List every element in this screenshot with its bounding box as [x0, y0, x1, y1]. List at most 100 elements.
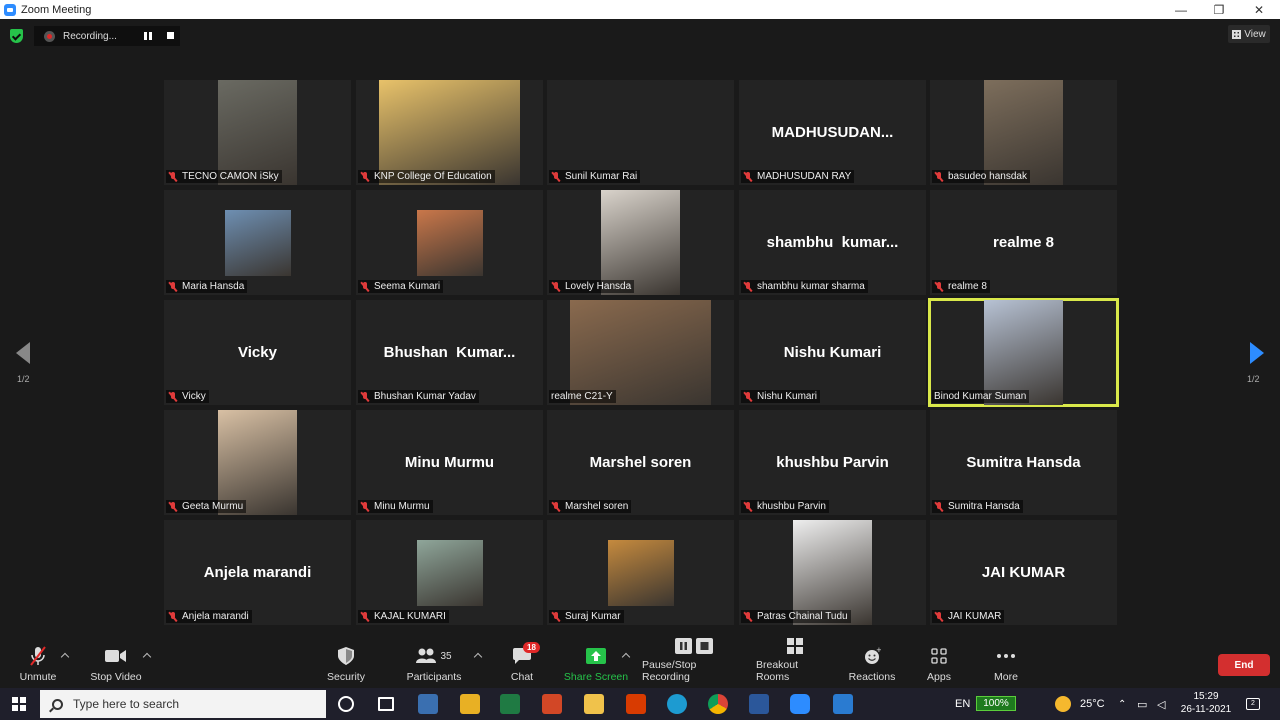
next-page-arrow-icon[interactable] — [1250, 342, 1264, 364]
store-icon[interactable] — [460, 694, 480, 714]
participant-tile[interactable]: KNP College Of Education — [356, 80, 543, 185]
participant-tile[interactable]: Vicky Vicky — [164, 300, 351, 405]
volume-icon[interactable]: ◁ — [1157, 688, 1165, 720]
participant-name-label: Geeta Murmu — [166, 500, 247, 513]
weather-sun-icon[interactable] — [1055, 696, 1071, 712]
chrome-icon[interactable] — [708, 694, 728, 714]
audio-options-caret-icon[interactable] — [60, 652, 70, 662]
apps-button[interactable]: Apps — [922, 636, 956, 688]
network-icon[interactable]: ▭ — [1137, 688, 1147, 720]
app-icon-1[interactable] — [418, 694, 438, 714]
stop-video-button[interactable]: Stop Video — [90, 636, 142, 688]
participant-name: Sunil Kumar Rai — [565, 171, 638, 182]
participant-tile[interactable]: basudeo hansdak — [930, 80, 1117, 185]
participant-tile[interactable]: Binod Kumar Suman — [928, 298, 1119, 407]
security-shield-icon[interactable] — [10, 29, 23, 43]
participant-name: MADHUSUDAN RAY — [757, 171, 852, 182]
chat-bubble-icon: 18 — [509, 642, 540, 667]
participants-caret-icon[interactable] — [473, 652, 483, 662]
pause-stop-recording-button[interactable]: Pause/Stop Recording — [642, 636, 746, 688]
app-icon-2[interactable] — [542, 694, 562, 714]
chat-button[interactable]: 18 Chat — [506, 636, 540, 688]
excel-icon[interactable] — [500, 694, 520, 714]
clock-time: 15:29 — [1193, 691, 1219, 702]
participant-tile[interactable]: Suraj Kumar — [547, 520, 734, 625]
edge-icon[interactable] — [667, 694, 687, 714]
participant-name-label: MADHUSUDAN RAY — [741, 170, 855, 183]
video-options-caret-icon[interactable] — [142, 652, 152, 662]
participants-icon: 35 — [411, 645, 457, 667]
participant-tile[interactable]: realme 8 realme 8 — [930, 190, 1117, 295]
maximize-button[interactable]: ❐ — [1200, 0, 1238, 19]
minimize-button[interactable]: — — [1162, 0, 1200, 19]
taskbar-search-box[interactable]: Type here to search — [40, 690, 326, 718]
muted-mic-icon — [360, 501, 370, 512]
apps-label: Apps — [927, 671, 951, 683]
muted-mic-icon — [934, 611, 944, 622]
participant-tile[interactable]: khushbu Parvin khushbu Parvin — [739, 410, 926, 515]
participant-tile[interactable]: Geeta Murmu — [164, 410, 351, 515]
participant-tile[interactable]: Maria Hansda — [164, 190, 351, 295]
participant-tile[interactable]: Seema Kumari — [356, 190, 543, 295]
battery-indicator[interactable]: 100% — [976, 696, 1016, 711]
participants-button[interactable]: 35 Participants — [404, 636, 464, 688]
reactions-button[interactable]: + Reactions — [848, 636, 896, 688]
muted-mic-icon — [168, 281, 178, 292]
more-button[interactable]: More — [988, 636, 1024, 688]
muted-mic-icon — [743, 281, 753, 292]
recording-dot-icon — [44, 30, 55, 42]
participant-name: Seema Kumari — [374, 281, 441, 292]
zoom-taskbar-icon[interactable] — [790, 694, 810, 714]
participant-tile[interactable]: shambhu kumar... shambhu kumar sharma — [739, 190, 926, 295]
office-icon[interactable] — [626, 694, 646, 714]
participant-tile[interactable]: Bhushan Kumar... Bhushan Kumar Yadav — [356, 300, 543, 405]
participant-tile[interactable]: Marshel soren Marshel soren — [547, 410, 734, 515]
participant-tile[interactable]: Lovely Hansda — [547, 190, 734, 295]
close-button[interactable]: ✕ — [1240, 0, 1278, 19]
participant-tile[interactable]: KAJAL KUMARI — [356, 520, 543, 625]
tray-overflow-icon[interactable]: ⌃ — [1118, 688, 1126, 720]
temperature[interactable]: 25°C — [1080, 688, 1105, 720]
participant-name-label: basudeo hansdak — [932, 170, 1030, 183]
participant-name: Lovely Hansda — [565, 281, 632, 292]
file-explorer-icon[interactable] — [584, 694, 604, 714]
cortana-icon[interactable] — [338, 696, 354, 712]
participant-tile[interactable]: MADHUSUDAN... MADHUSUDAN RAY — [739, 80, 926, 185]
stop-recording-icon[interactable] — [167, 32, 174, 39]
share-screen-button[interactable]: Share Screen — [562, 636, 630, 688]
pause-recording-icon[interactable] — [144, 32, 152, 40]
app-icon-3[interactable] — [833, 694, 853, 714]
participant-name-label: Maria Hansda — [166, 280, 248, 293]
participant-tile[interactable]: Minu Murmu Minu Murmu — [356, 410, 543, 515]
participant-name-label: shambhu kumar sharma — [741, 280, 868, 293]
unmute-button[interactable]: Unmute — [18, 636, 58, 688]
participant-name-label: KAJAL KUMARI — [358, 610, 449, 623]
participant-tile[interactable]: Nishu Kumari Nishu Kumari — [739, 300, 926, 405]
taskbar-clock[interactable]: 15:29 26-11-2021 — [1176, 690, 1236, 716]
participant-name: khushbu Parvin — [757, 501, 826, 512]
notifications-count: 2 — [1246, 698, 1260, 710]
participant-tile[interactable]: Patras Chainal Tudu — [739, 520, 926, 625]
end-meeting-button[interactable]: End — [1218, 654, 1270, 676]
participant-tile[interactable]: Sunil Kumar Rai — [547, 80, 734, 185]
participant-tile[interactable]: Sumitra Hansda Sumitra Hansda — [930, 410, 1117, 515]
participant-tile[interactable]: TECNO CAMON iSky — [164, 80, 351, 185]
participant-name-label: Nishu Kumari — [741, 390, 821, 403]
word-icon[interactable] — [749, 694, 769, 714]
participant-tile[interactable]: JAI KUMAR JAI KUMAR — [930, 520, 1117, 625]
muted-mic-icon — [360, 171, 370, 182]
participant-tile[interactable]: realme C21-Y — [547, 300, 734, 405]
participant-tile[interactable]: Anjela marandi Anjela marandi — [164, 520, 351, 625]
unmute-label: Unmute — [19, 671, 57, 683]
breakout-rooms-button[interactable]: Breakout Rooms — [756, 636, 834, 688]
notifications-icon[interactable]: 2 — [1246, 688, 1260, 720]
muted-mic-icon — [934, 171, 944, 182]
muted-mic-icon — [934, 281, 944, 292]
language-indicator[interactable]: EN — [955, 688, 970, 720]
task-view-icon[interactable] — [378, 697, 394, 711]
security-button[interactable]: Security — [326, 636, 366, 688]
windows-start-icon[interactable] — [12, 697, 26, 711]
previous-page-arrow-icon[interactable] — [16, 342, 30, 364]
clock-date: 26-11-2021 — [1180, 704, 1232, 715]
view-button[interactable]: View — [1228, 25, 1270, 43]
